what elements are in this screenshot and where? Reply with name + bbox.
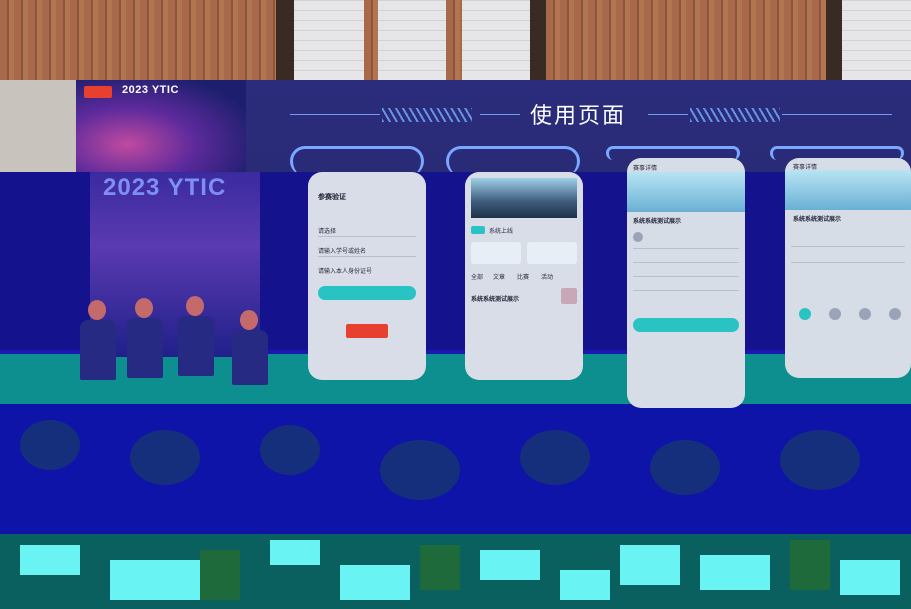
screen-title: 使用页面	[530, 104, 627, 129]
audience-head	[260, 425, 320, 475]
wood-strip	[364, 0, 378, 80]
wood-strip	[446, 0, 462, 80]
phone-2-tag	[471, 226, 485, 234]
phone-2-thumb	[561, 288, 577, 304]
glitch-pixels	[20, 545, 80, 575]
phone-1-field-3: 请输入本人身份证号	[318, 269, 373, 275]
phone-screen-2: 系统上线 全部 文章 比赛 活动 系统系统测试展示	[465, 172, 583, 380]
phone-screen-1: 参赛验证 请选择 请输入学号或姓名 请输入本人身份证号	[308, 172, 426, 380]
wood-panel-right	[546, 0, 826, 80]
phone-screen-4: 赛事详情 系统系统测试展示	[785, 158, 911, 378]
phone-1-button	[318, 286, 416, 300]
glitch-pixels	[270, 540, 320, 565]
audience-head	[520, 430, 590, 485]
divider	[318, 256, 416, 257]
backdrop-title: 2023 YTIC	[103, 174, 227, 201]
glitch-pixels	[560, 570, 610, 600]
white-panel	[378, 0, 446, 80]
brand-logo	[84, 86, 112, 98]
pillar	[826, 0, 842, 80]
divider	[318, 236, 416, 237]
phone-1-header: 参赛验证	[318, 194, 346, 201]
presenter	[78, 300, 118, 400]
step-icon	[889, 308, 901, 320]
divider	[633, 290, 739, 291]
white-panel	[842, 0, 911, 80]
step-icon	[829, 308, 841, 320]
wood-panel-left	[0, 0, 276, 80]
audience-head	[650, 440, 720, 495]
glitch-pixels	[420, 545, 460, 590]
phone-2-tab: 比赛	[517, 275, 530, 281]
deco-line	[648, 114, 688, 115]
phone-screen-3: 赛事详情 系统系统测试展示	[627, 158, 745, 408]
phone-2-tab: 全部	[471, 275, 484, 281]
phone-3-header: 赛事详情	[633, 166, 658, 172]
presenter	[230, 310, 270, 400]
glitch-pixels	[200, 550, 240, 600]
audience-head	[130, 430, 200, 485]
glitch-pixels	[480, 550, 540, 580]
phone-4-title: 系统系统测试展示	[793, 217, 842, 223]
glitch-pixels	[790, 540, 830, 590]
glitch-pixels	[340, 565, 410, 600]
phone-3-title: 系统系统测试展示	[633, 219, 682, 225]
presenter	[176, 296, 216, 396]
divider	[633, 276, 739, 277]
phone-2-card	[527, 242, 577, 264]
divider	[633, 262, 739, 263]
deco-stripes-left	[382, 108, 472, 122]
phone-2-tab: 活动	[541, 275, 554, 281]
deco-line	[290, 114, 380, 115]
pillar	[276, 0, 294, 80]
avatar	[633, 232, 643, 242]
brand-title: 2023 YTIC	[122, 84, 179, 96]
phone-3-button	[633, 318, 739, 332]
phone-3-hero	[627, 172, 745, 212]
deco-line	[480, 114, 520, 115]
phone-2-tab: 文章	[493, 275, 506, 281]
divider	[633, 248, 739, 249]
divider	[791, 246, 905, 247]
divider	[791, 262, 905, 263]
audience-head	[380, 440, 460, 500]
deco-stripes-right	[690, 108, 780, 122]
phone-4-hero	[785, 170, 911, 210]
pillar	[530, 0, 546, 80]
glitch-pixels	[110, 560, 200, 600]
glitch-pixels	[700, 555, 770, 590]
white-panel	[294, 0, 364, 80]
phone-2-header: 系统上线	[489, 229, 514, 235]
phone-1-field-1: 请选择	[318, 229, 337, 235]
phone-1-field-2: 请输入学号或姓名	[318, 249, 367, 255]
phone-1-logo	[346, 324, 388, 338]
deco-line	[782, 114, 892, 115]
phone-4-header: 赛事详情	[793, 165, 818, 171]
audience-head	[780, 430, 860, 490]
phone-2-title: 系统系统测试展示	[471, 297, 520, 303]
white-panel	[462, 0, 530, 80]
presenter	[125, 298, 165, 398]
event-photo: 2023 YTIC 使用页面 2023 YTIC 参赛验证 请选择 请输入学号或…	[0, 0, 911, 609]
phone-2-card	[471, 242, 521, 264]
glitch-pixels	[840, 560, 900, 595]
audience-head	[20, 420, 80, 470]
glitch-pixels	[620, 545, 680, 585]
step-icon	[859, 308, 871, 320]
step-icon	[799, 308, 811, 320]
phone-2-image	[471, 178, 577, 218]
